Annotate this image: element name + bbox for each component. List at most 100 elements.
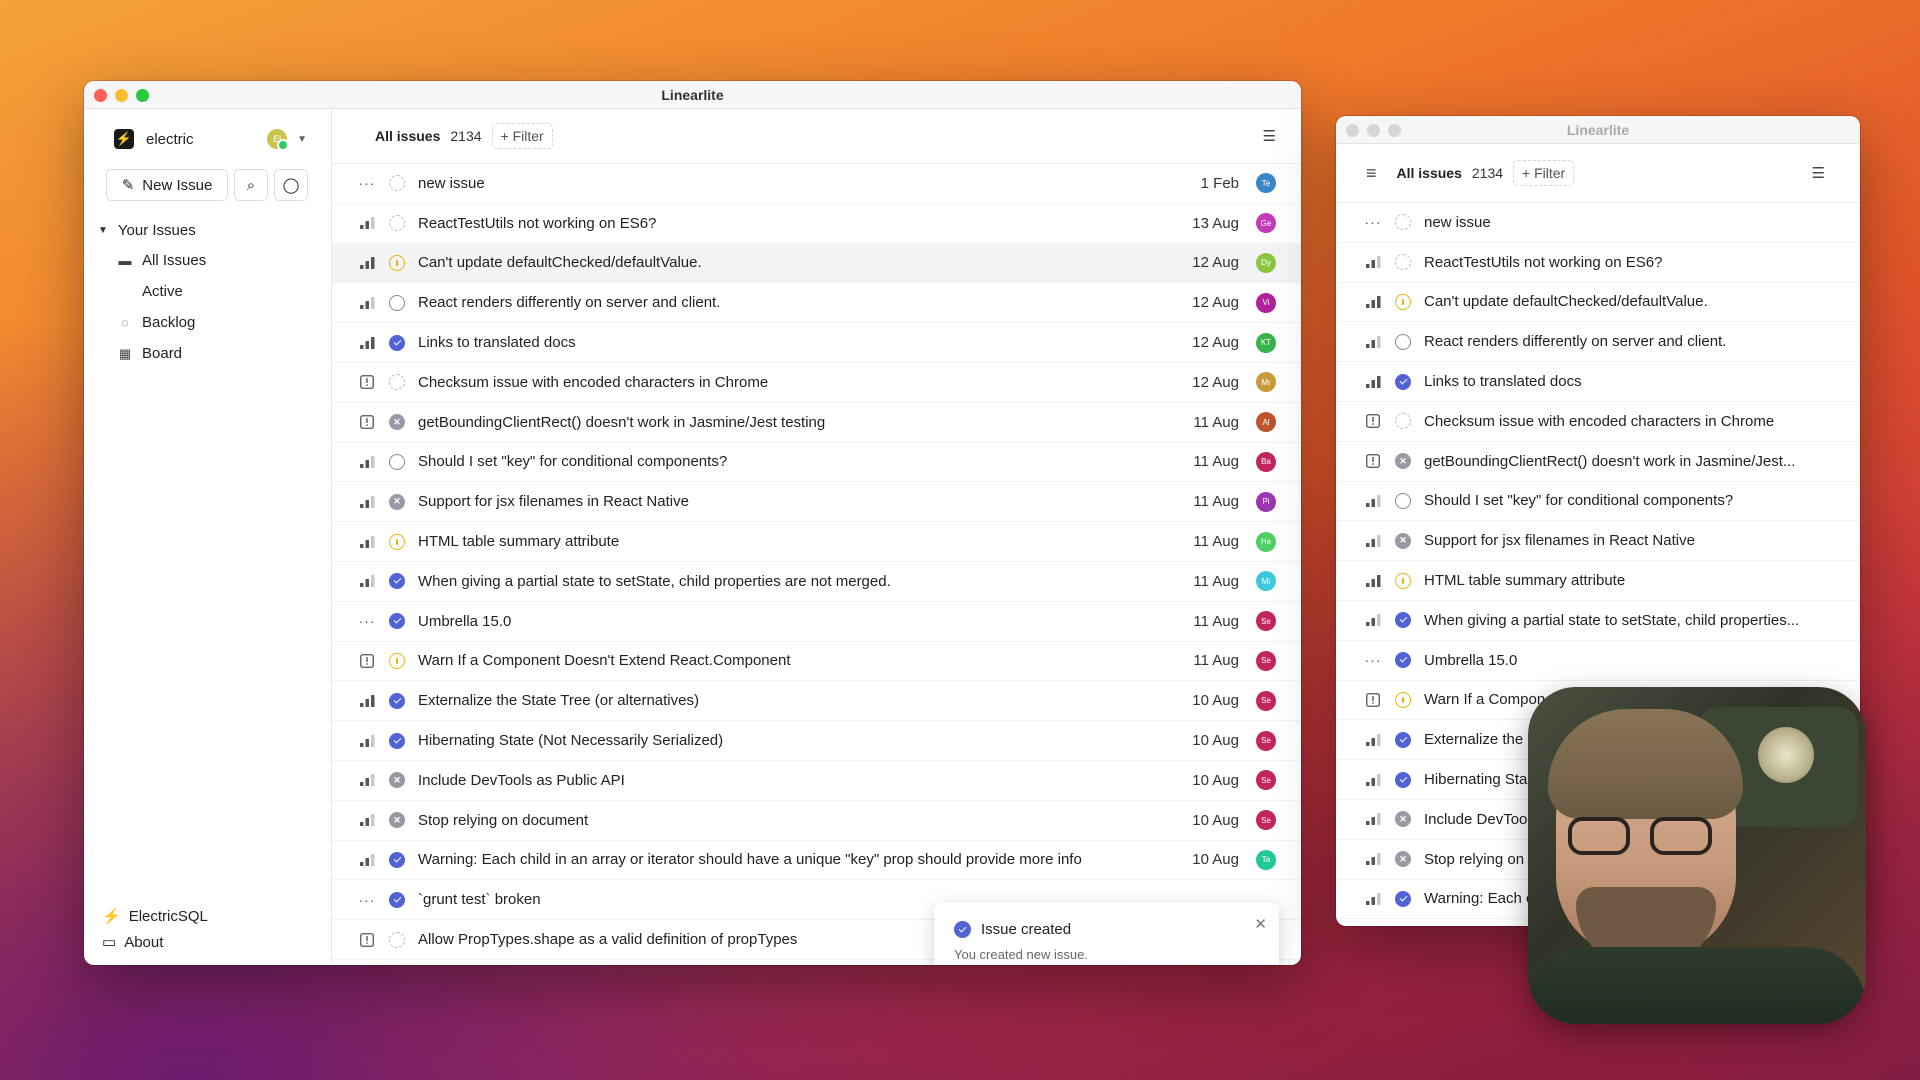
status-progress-icon[interactable] xyxy=(389,533,405,550)
priority-med-icon[interactable] xyxy=(357,454,377,470)
priority-med-icon[interactable] xyxy=(357,852,377,868)
status-cancel-icon[interactable] xyxy=(389,414,405,431)
priority-med-icon[interactable] xyxy=(1363,254,1383,270)
close-window-button[interactable] xyxy=(1346,124,1359,137)
assignee-avatar[interactable]: Ta xyxy=(1256,849,1276,870)
issue-row[interactable]: Can't update defaultChecked/defaultValue… xyxy=(332,243,1301,284)
assignee-avatar[interactable]: Te xyxy=(1256,173,1276,194)
assignee-avatar[interactable]: KT xyxy=(1256,332,1276,353)
status-todo-icon[interactable] xyxy=(1395,492,1411,509)
issue-row[interactable]: ··· new issue xyxy=(1336,203,1860,243)
sidebar-item-board[interactable]: ▦ Board xyxy=(98,338,317,369)
assignee-avatar[interactable]: Se xyxy=(1256,730,1276,751)
priority-med-icon[interactable] xyxy=(357,812,377,828)
issue-row[interactable]: HTML table summary attribute xyxy=(1336,561,1860,601)
issue-row[interactable]: Should I set "key" for conditional compo… xyxy=(1336,482,1860,522)
issue-row[interactable]: ··· Umbrella 15.0 11 Aug Se xyxy=(332,602,1301,642)
electricsql-link[interactable]: ⚡ ElectricSQL xyxy=(102,903,208,929)
priority-med-icon[interactable] xyxy=(1363,612,1383,628)
status-todo-icon[interactable] xyxy=(389,453,405,470)
priority-urgent-icon[interactable] xyxy=(1363,413,1383,429)
issue-row[interactable]: getBoundingClientRect() doesn't work in … xyxy=(332,403,1301,443)
status-backlog-icon[interactable] xyxy=(389,374,405,391)
status-done-icon[interactable] xyxy=(1395,652,1411,669)
issue-row[interactable]: Stop relying on document 10 Aug Se xyxy=(332,801,1301,841)
chat-button[interactable]: ◯ xyxy=(274,169,308,201)
status-backlog-icon[interactable] xyxy=(389,175,405,192)
issue-row[interactable]: Support for jsx filenames in React Nativ… xyxy=(332,482,1301,523)
priority-high-icon[interactable] xyxy=(357,693,377,709)
assignee-avatar[interactable]: Al xyxy=(1256,412,1276,433)
close-icon[interactable]: ✕ xyxy=(1254,915,1267,933)
status-cancel-icon[interactable] xyxy=(1395,453,1411,470)
priority-high-icon[interactable] xyxy=(357,335,377,351)
assignee-avatar[interactable]: Pi xyxy=(1256,491,1276,512)
priority-none-icon[interactable]: ··· xyxy=(1363,214,1383,230)
status-done-icon[interactable] xyxy=(1395,771,1411,788)
workspace-switcher[interactable]: ⚡ electric El ▼ xyxy=(98,121,317,157)
status-progress-icon[interactable] xyxy=(389,254,405,271)
issue-row[interactable]: Checksum issue with encoded characters i… xyxy=(332,363,1301,403)
issue-row[interactable]: ReactTestUtils not working on ES6? 13 Aug… xyxy=(332,204,1301,244)
priority-none-icon[interactable]: ··· xyxy=(357,175,377,191)
issue-row[interactable]: ··· new issue 1 Feb Te xyxy=(332,164,1301,204)
priority-med-icon[interactable] xyxy=(357,295,377,311)
priority-none-icon[interactable]: ··· xyxy=(357,613,377,629)
filter-button[interactable]: + Filter xyxy=(1513,160,1575,186)
zoom-window-button[interactable] xyxy=(1388,124,1401,137)
assignee-avatar[interactable]: Se xyxy=(1256,810,1276,831)
issue-row[interactable]: Include DevTools as Public API 10 Aug Se xyxy=(332,761,1301,801)
minimize-window-button[interactable] xyxy=(115,89,128,102)
status-backlog-icon[interactable] xyxy=(1395,214,1411,231)
issue-row[interactable]: Externalize the State Tree (or alternati… xyxy=(332,681,1301,722)
status-progress-icon[interactable] xyxy=(1395,572,1411,589)
assignee-avatar[interactable]: Ge xyxy=(1256,213,1276,234)
about-link[interactable]: ▭ About xyxy=(102,929,208,955)
minimize-window-button[interactable] xyxy=(1367,124,1380,137)
status-cancel-icon[interactable] xyxy=(1395,532,1411,549)
sidebar-item-active[interactable]: Active xyxy=(98,276,317,307)
issue-row[interactable]: Can't update defaultChecked/defaultValue… xyxy=(1336,283,1860,323)
assignee-avatar[interactable]: Vi xyxy=(1256,292,1276,313)
status-done-icon[interactable] xyxy=(1395,890,1411,907)
assignee-avatar[interactable]: He xyxy=(1256,531,1276,552)
status-cancel-icon[interactable] xyxy=(1395,851,1411,868)
priority-med-icon[interactable] xyxy=(357,772,377,788)
priority-med-icon[interactable] xyxy=(357,534,377,550)
zoom-window-button[interactable] xyxy=(136,89,149,102)
priority-urgent-icon[interactable] xyxy=(1363,453,1383,469)
priority-med-icon[interactable] xyxy=(1363,811,1383,827)
status-backlog-icon[interactable] xyxy=(389,931,405,948)
status-done-icon[interactable] xyxy=(389,891,405,908)
hamburger-menu-icon[interactable]: ≡ xyxy=(1366,163,1377,184)
status-progress-icon[interactable] xyxy=(1395,293,1411,310)
status-done-icon[interactable] xyxy=(1395,612,1411,629)
priority-high-icon[interactable] xyxy=(1363,374,1383,390)
priority-none-icon[interactable]: ··· xyxy=(1363,652,1383,668)
issue-row[interactable]: HTML table summary attribute 11 Aug He xyxy=(332,522,1301,562)
status-done-icon[interactable] xyxy=(389,613,405,630)
status-done-icon[interactable] xyxy=(389,573,405,590)
issue-row[interactable]: When giving a partial state to setState,… xyxy=(332,562,1301,602)
priority-med-icon[interactable] xyxy=(1363,533,1383,549)
priority-med-icon[interactable] xyxy=(1363,493,1383,509)
priority-high-icon[interactable] xyxy=(1363,573,1383,589)
assignee-avatar[interactable]: Se xyxy=(1256,611,1276,632)
priority-med-icon[interactable] xyxy=(357,733,377,749)
issue-row[interactable]: Hibernating State (Not Necessarily Seria… xyxy=(332,721,1301,761)
issue-row[interactable]: React renders differently on server and … xyxy=(1336,322,1860,363)
status-done-icon[interactable] xyxy=(389,732,405,749)
issue-row[interactable]: Warning: Each child in an array or itera… xyxy=(332,841,1301,881)
issue-row[interactable]: Links to translated docs xyxy=(1336,362,1860,402)
priority-none-icon[interactable]: ··· xyxy=(357,892,377,908)
assignee-avatar[interactable]: Se xyxy=(1256,690,1276,711)
assignee-avatar[interactable]: Mi xyxy=(1256,571,1276,592)
issue-row[interactable]: getBoundingClientRect() doesn't work in … xyxy=(1336,442,1860,482)
priority-med-icon[interactable] xyxy=(1363,772,1383,788)
issue-row[interactable]: Checksum issue with encoded characters i… xyxy=(1336,402,1860,442)
your-issues-group[interactable]: ▼ Your Issues xyxy=(98,215,317,245)
status-done-icon[interactable] xyxy=(389,692,405,709)
priority-med-icon[interactable] xyxy=(1363,851,1383,867)
assignee-avatar[interactable]: Ba xyxy=(1256,451,1276,472)
issue-row[interactable]: Links to translated docs 12 Aug KT xyxy=(332,323,1301,363)
